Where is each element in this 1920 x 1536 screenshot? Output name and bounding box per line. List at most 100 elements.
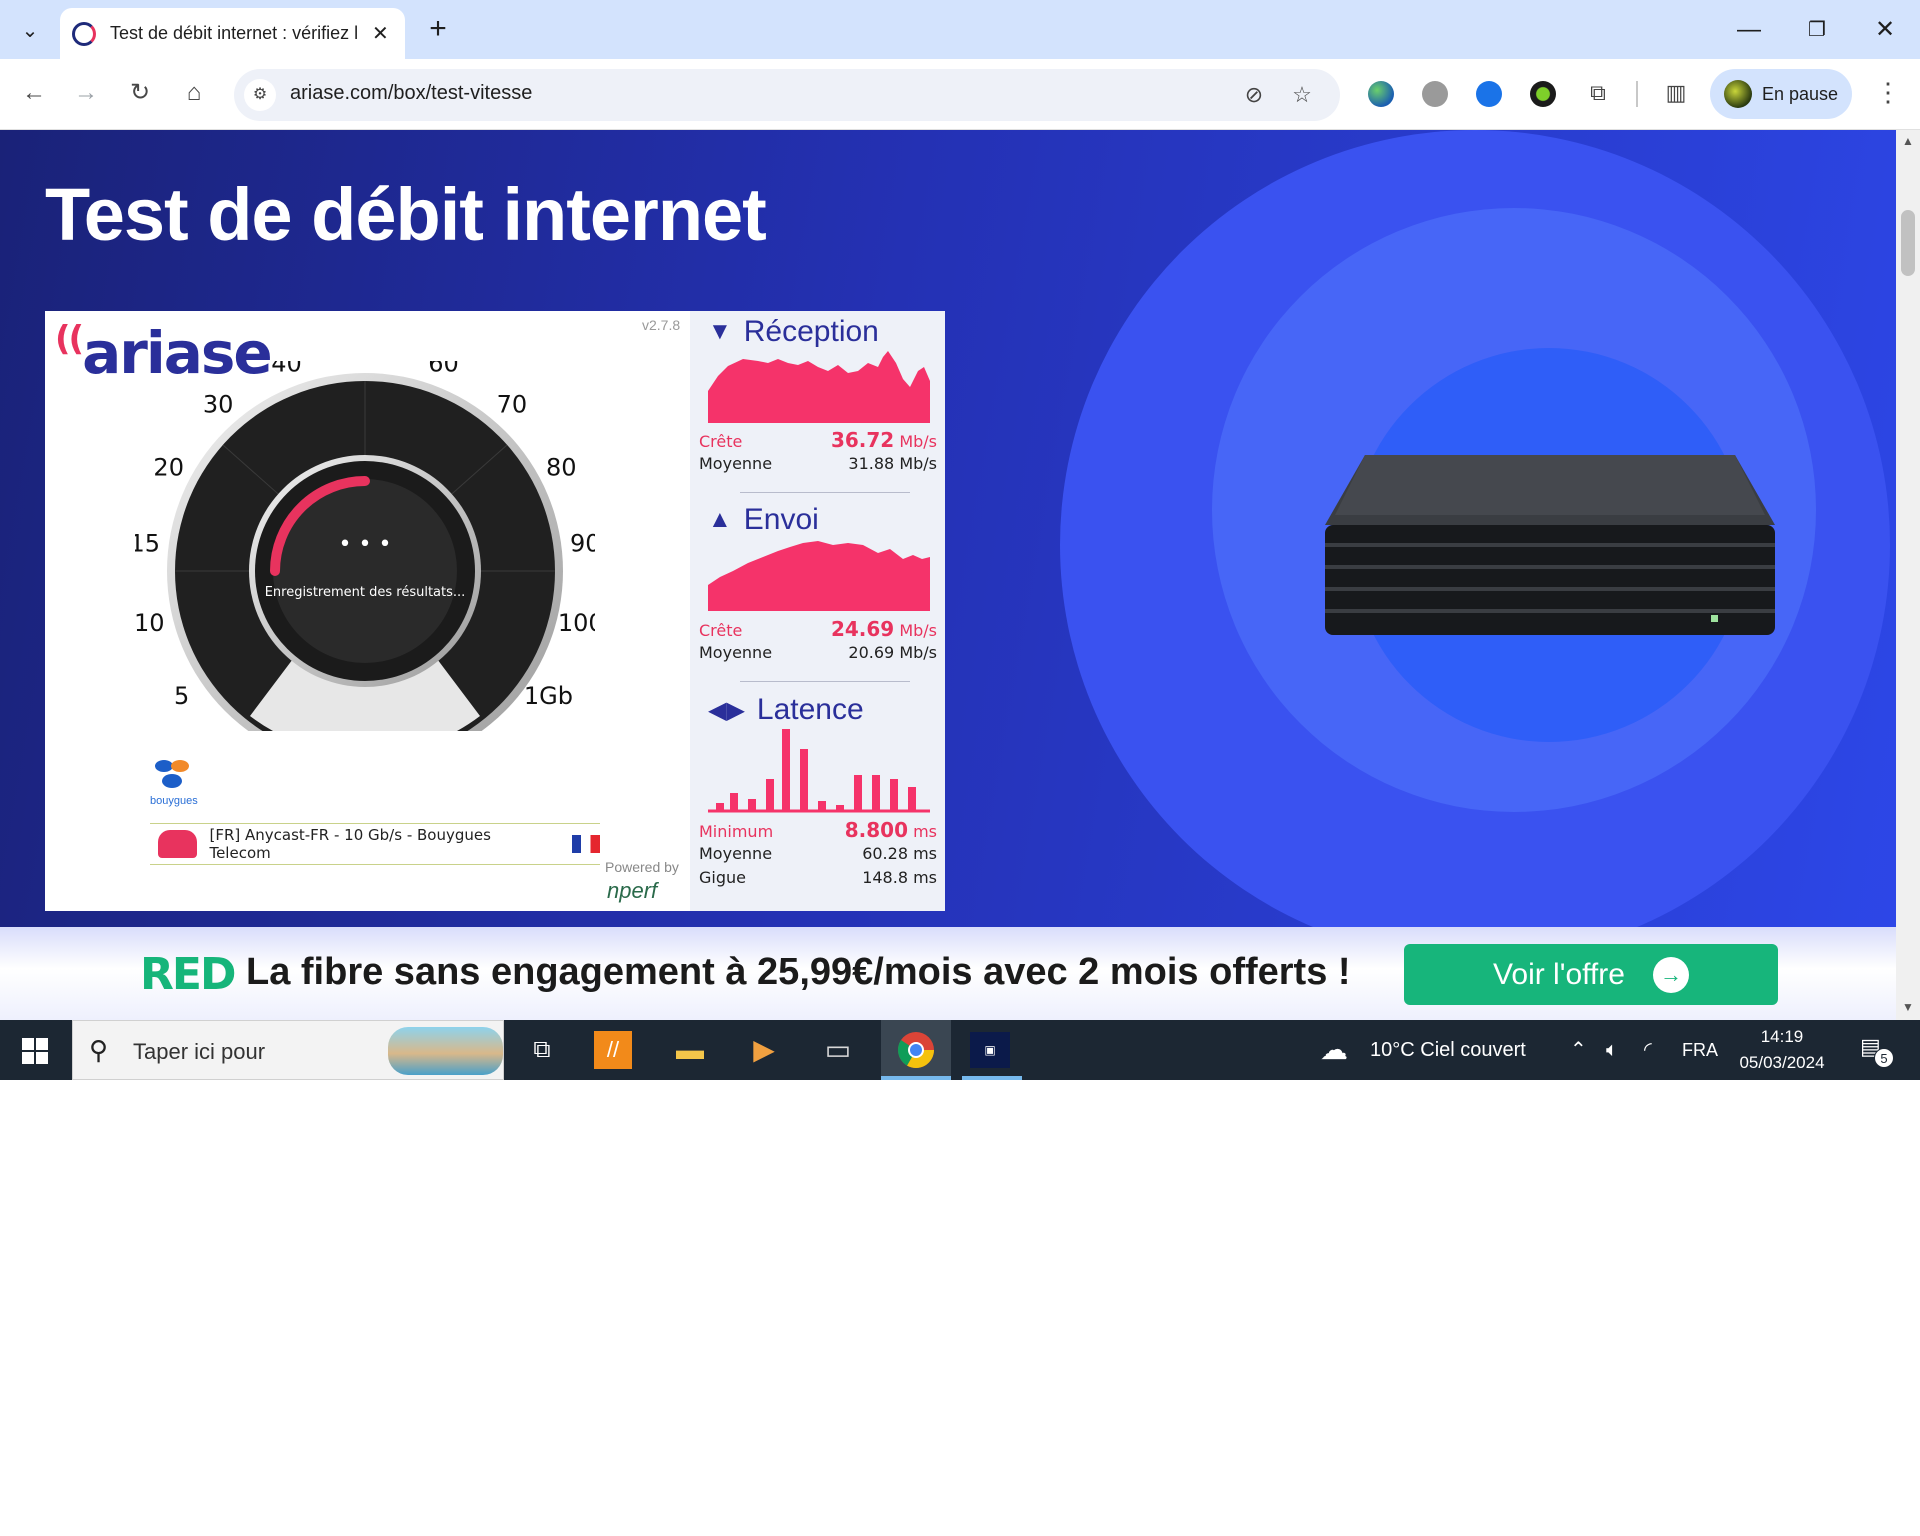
extensions-puzzle-icon[interactable]: ⧉ (1582, 77, 1614, 109)
windows-start-icon[interactable] (14, 1034, 58, 1066)
tray-chevron-icon[interactable]: ⌃ (1570, 1020, 1587, 1080)
laptop-app-icon[interactable]: ▭ (816, 1028, 860, 1072)
game-app-icon[interactable]: ▣ (970, 1032, 1010, 1068)
restore-icon[interactable]: ❐ (1790, 10, 1844, 50)
profile-label: En pause (1762, 83, 1839, 104)
minimize-icon[interactable]: — (1722, 10, 1776, 50)
reload-icon[interactable]: ↻ (120, 73, 160, 113)
taskbar-search-placeholder: Taper ici pour (133, 1039, 266, 1064)
reception-graph (708, 351, 930, 423)
france-flag-icon (572, 835, 600, 853)
profile-button[interactable]: En pause (1710, 69, 1852, 119)
arrow-right-icon: → (1652, 956, 1689, 993)
tab-favicon-icon (72, 21, 96, 46)
latency-graph (708, 729, 930, 813)
upload-header: ▲ Envoi (708, 503, 819, 536)
extension-check-icon[interactable] (1530, 81, 1556, 107)
speed-gauge: • • • Enregistrement des résultats... 05… (135, 361, 595, 731)
bouygues-logo: bouygues (150, 756, 200, 807)
latency-jitter-row: Gigue 148.8 ms (699, 868, 937, 887)
weather-text[interactable]: 10°C Ciel couvert (1370, 1020, 1526, 1080)
latency-arrows-icon: ◀▶ (708, 696, 745, 724)
gauge-tick-label: 80 (546, 453, 577, 481)
gauge-tick-label: 70 (497, 391, 528, 419)
latency-min-row: Minimum 8.800 ms (699, 818, 937, 842)
latency-avg-row: Moyenne 60.28 ms (699, 844, 937, 863)
download-arrow-icon: ▼ (708, 318, 732, 345)
scroll-down-icon[interactable]: ▼ (1896, 1000, 1920, 1014)
search-icon: ⚲ (89, 1035, 109, 1065)
gauge-tick-label: 60 (428, 361, 459, 377)
page-title: Test de débit internet (45, 173, 767, 256)
extension-bookmark-icon[interactable] (1476, 81, 1502, 107)
browser-menu-icon[interactable]: ⋮ (1872, 77, 1904, 109)
gauge-tick-label: 15 (135, 529, 160, 557)
file-explorer-icon[interactable]: ▬ (668, 1028, 712, 1072)
server-name: [FR] Anycast-FR - 10 Gb/s - Bouygues Tel… (209, 826, 491, 862)
taskbar-search[interactable]: ⚲ Taper ici pour (72, 1020, 504, 1080)
ad-banner[interactable]: RED La fibre sans engagement à 25,99€/mo… (0, 927, 1896, 1020)
tab-close-icon[interactable]: ✕ (372, 21, 389, 46)
weather-cloud-icon[interactable]: ☁ (1320, 1020, 1348, 1080)
home-icon[interactable]: ⌂ (174, 73, 214, 113)
game-app-indicator (962, 1076, 1022, 1080)
taskbar-clock[interactable]: 14:19 05/03/2024 (1732, 1024, 1832, 1076)
close-window-icon[interactable]: ✕ (1858, 10, 1912, 50)
site-settings-icon[interactable]: ⚙ (244, 79, 276, 111)
scroll-thumb[interactable] (1901, 210, 1915, 276)
volume-icon[interactable]: 🔈︎ (1606, 1020, 1618, 1080)
clock-date: 05/03/2024 (1739, 1053, 1825, 1072)
task-view-icon[interactable]: ⧉ (520, 1028, 564, 1072)
upload-avg-row: Moyenne 20.69 Mb/s (699, 643, 937, 662)
avatar (1724, 80, 1752, 108)
media-player-icon[interactable]: ▶ (742, 1028, 786, 1072)
new-tab-button[interactable]: + (420, 12, 456, 46)
network-icon[interactable]: ◜ (1644, 1020, 1652, 1080)
extension-chat-icon[interactable] (1422, 81, 1448, 107)
gauge-tick-label: 10 (135, 609, 164, 637)
chrome-active-indicator (881, 1076, 951, 1080)
scroll-up-icon[interactable]: ▲ (1896, 134, 1920, 148)
tab-title: Test de débit internet : vérifiez l (110, 23, 359, 43)
server-selector[interactable]: [FR] Anycast-FR - 10 Gb/s - Bouygues Tel… (150, 823, 600, 865)
chrome-icon[interactable] (894, 1028, 938, 1072)
powered-by-label: Powered by (605, 859, 679, 875)
extension-globe-icon[interactable] (1368, 81, 1394, 107)
notification-count: 5 (1874, 1048, 1894, 1068)
gauge-tick-label: 90 (570, 529, 595, 557)
widget-version: v2.7.8 (642, 317, 681, 333)
tab-strip: ⌄ Test de débit internet : vérifiez l ✕ … (0, 0, 1920, 59)
stats-separator (740, 681, 910, 682)
reception-avg-row: Moyenne 31.88 Mb/s (699, 454, 937, 473)
back-arrow-icon[interactable]: ← (14, 73, 54, 113)
gauge-tick-label: 50 (350, 361, 381, 363)
ad-text: La fibre sans engagement à 25,99€/mois a… (246, 951, 1351, 993)
server-icon (158, 830, 198, 858)
eye-off-icon[interactable]: ⊘ (1240, 81, 1268, 109)
stats-separator (740, 492, 910, 493)
page-scrollbar[interactable]: ▲ ▼ (1896, 130, 1920, 1020)
page-content: Test de débit internet ((ariase v2.7.8 •… (0, 130, 1896, 1020)
nperf-logo[interactable]: nperf (607, 878, 657, 904)
gauge-status: Enregistrement des résultats... (265, 585, 466, 600)
app-orange-icon[interactable]: // (594, 1031, 632, 1069)
language-indicator[interactable]: FRA (1682, 1020, 1718, 1080)
address-bar[interactable]: ⚙ ariase.com/box/test-vitesse ⊘ ☆ (234, 69, 1340, 121)
side-panel-icon[interactable]: ▥ (1660, 77, 1692, 109)
speedtest-widget: ((ariase v2.7.8 • • • Enregistrement des… (45, 311, 945, 911)
url-text[interactable]: ariase.com/box/test-vitesse (290, 82, 532, 105)
tab-search-chevron-icon[interactable]: ⌄ (10, 10, 50, 50)
see-offer-button[interactable]: Voir l'offre → (1404, 944, 1778, 1005)
notification-icon[interactable]: ▤ 5 (1860, 1034, 1894, 1068)
gauge-tick-label: 100 (558, 609, 595, 637)
bookmark-star-icon[interactable]: ☆ (1288, 81, 1316, 109)
reception-header: ▼ Réception (708, 315, 879, 348)
browser-tab[interactable]: Test de débit internet : vérifiez l ✕ (60, 8, 405, 59)
stats-panel: ▼ Réception Crête 36.72 Mb/s Moyenne 31.… (690, 311, 945, 911)
screen: ⌄ Test de débit internet : vérifiez l ✕ … (0, 0, 1920, 1080)
upload-graph (708, 541, 930, 611)
forward-arrow-icon[interactable]: → (66, 73, 106, 113)
upload-arrow-icon: ▲ (708, 506, 732, 533)
gauge-tick-label: 5 (174, 682, 189, 710)
gauge-dots: • • • (339, 532, 392, 557)
